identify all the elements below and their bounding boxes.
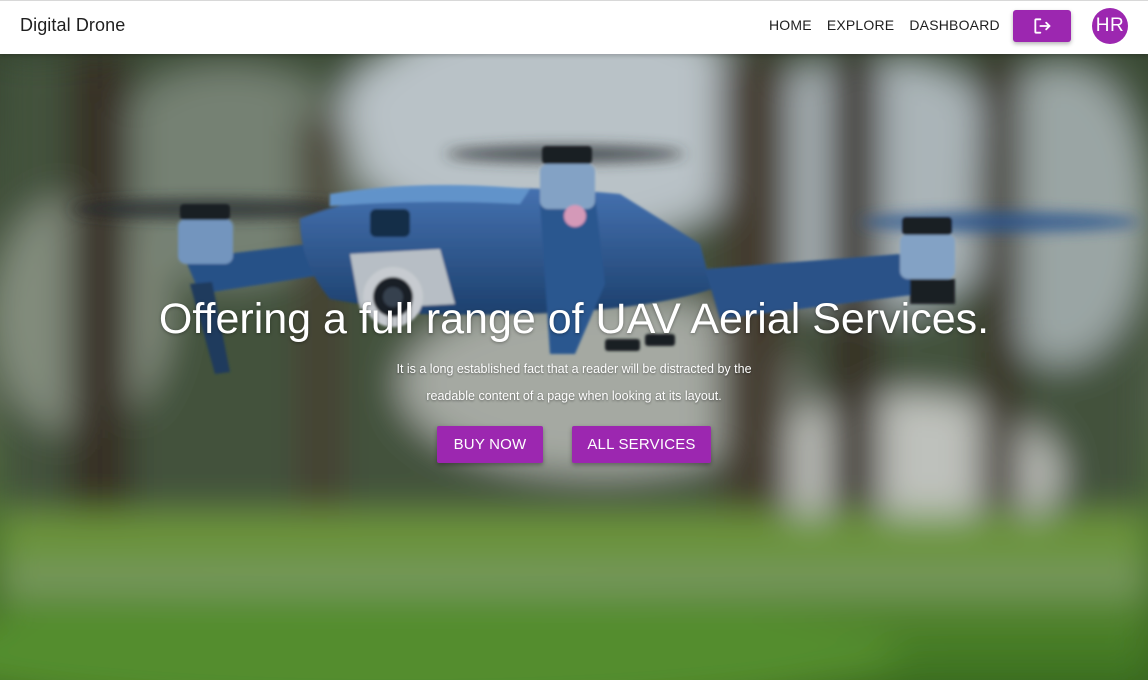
nav-links: HOME EXPLORE DASHBOARD	[769, 17, 1015, 33]
top-navbar: Digital Drone HOME EXPLORE DASHBOARD HR	[0, 0, 1148, 54]
all-services-button[interactable]: ALL SERVICES	[572, 426, 711, 463]
hero-title: Offering a full range of UAV Aerial Serv…	[158, 295, 990, 343]
logout-button[interactable]	[1013, 10, 1071, 42]
nav-link-dashboard[interactable]: DASHBOARD	[909, 17, 999, 33]
user-avatar[interactable]: HR	[1092, 8, 1128, 44]
logout-icon	[1034, 18, 1051, 34]
buy-now-button[interactable]: BUY NOW	[437, 426, 543, 463]
hero-subtitle: It is a long established fact that a rea…	[396, 362, 752, 403]
nav-link-home[interactable]: HOME	[769, 17, 812, 33]
brand-logo-text[interactable]: Digital Drone	[20, 15, 125, 36]
hero-section: Offering a full range of UAV Aerial Serv…	[0, 54, 1148, 680]
nav-link-explore[interactable]: EXPLORE	[827, 17, 895, 33]
